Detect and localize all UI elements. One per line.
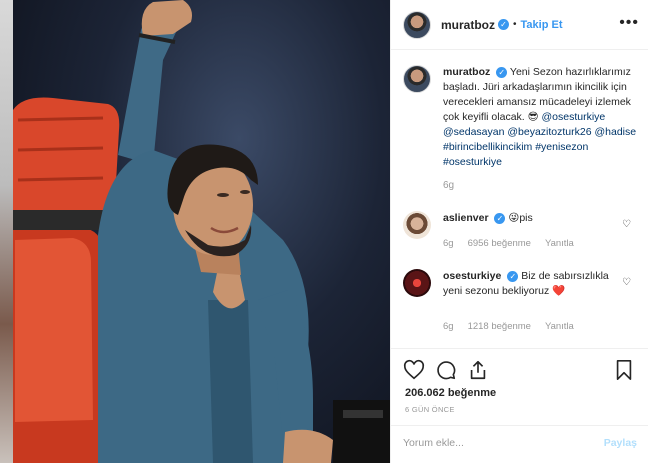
likes-count[interactable]: 206.062 beğenme	[405, 387, 496, 399]
comment-text: 😜pis	[508, 212, 533, 224]
post-comment-button[interactable]: Paylaş	[604, 437, 637, 449]
verified-badge-icon: ✓	[498, 19, 509, 30]
hashtag-osesturkiye[interactable]: #osesturkiye	[443, 156, 502, 168]
caption-avatar[interactable]	[403, 65, 431, 93]
add-comment-bar: Paylaş	[391, 425, 648, 460]
comment-likes[interactable]: 1218 beğenme	[468, 319, 531, 334]
post-photo-illustration	[13, 0, 390, 463]
mention-hadise[interactable]: @hadise	[595, 126, 637, 138]
comment-time: 6g	[443, 238, 454, 249]
hashtag-birincibellikincikim[interactable]: #birincibellikincikim	[443, 141, 532, 153]
comment-likes[interactable]: 6956 beğenme	[468, 236, 531, 251]
caption-time: 6g	[443, 180, 455, 191]
comment-username[interactable]: aslienver	[443, 212, 489, 224]
comments-scroll-area[interactable]: muratboz ✓ Yeni Sezon hazırlıklarımız ba…	[391, 51, 648, 347]
mention-osesturkiye[interactable]: @osesturkiye	[541, 111, 605, 123]
comment-username[interactable]: osesturkiye	[443, 270, 501, 282]
verified-badge-icon: ✓	[494, 212, 506, 224]
verified-badge-icon: ✓	[507, 270, 519, 282]
share-icon[interactable]	[467, 359, 489, 381]
comment-item: aslienver ✓ 😜pis 6g 6956 beğenme Yanıtla…	[403, 211, 643, 251]
more-dots-icon[interactable]: •••	[619, 14, 639, 32]
post-actions: 206.062 beğenme 6 GÜN ÖNCE Paylaş	[391, 348, 648, 458]
post-time-ago: 6 GÜN ÖNCE	[405, 405, 455, 414]
caption-username[interactable]: muratboz	[443, 66, 490, 78]
comment-like-heart-icon[interactable]: ♡	[622, 219, 631, 230]
background-strip	[0, 0, 13, 463]
post-header: muratboz ✓ • Takip Et •••	[391, 0, 648, 50]
post-photo[interactable]	[13, 0, 390, 463]
comment-input[interactable]	[403, 437, 583, 449]
reply-button[interactable]: Yanıtla	[545, 319, 574, 334]
comment-item: osesturkiye ✓ Biz de sabırsızlıkla yeni …	[403, 269, 643, 334]
header-username[interactable]: muratboz	[441, 18, 495, 32]
commenter-avatar[interactable]	[403, 269, 431, 297]
header-separator: •	[513, 19, 517, 30]
mention-beyazitozturk26[interactable]: @beyazitozturk26	[507, 126, 591, 138]
commenter-avatar[interactable]	[403, 211, 431, 239]
comment-time: 6g	[443, 321, 454, 332]
post-caption: muratboz ✓ Yeni Sezon hazırlıklarımız ba…	[403, 65, 643, 191]
post-panel: muratboz ✓ • Takip Et ••• muratboz ✓ Yen…	[390, 0, 648, 463]
comment-like-heart-icon[interactable]: ♡	[622, 277, 631, 288]
header-avatar[interactable]	[403, 10, 431, 39]
bookmark-icon[interactable]	[613, 359, 635, 381]
mention-sedasayan[interactable]: @sedasayan	[443, 126, 504, 138]
follow-button[interactable]: Takip Et	[521, 19, 563, 31]
comment-icon[interactable]	[435, 359, 457, 381]
hashtag-yenisezon[interactable]: #yenisezon	[535, 141, 588, 153]
heart-icon[interactable]	[403, 359, 425, 381]
reply-button[interactable]: Yanıtla	[545, 236, 574, 251]
verified-badge-icon: ✓	[496, 66, 508, 78]
